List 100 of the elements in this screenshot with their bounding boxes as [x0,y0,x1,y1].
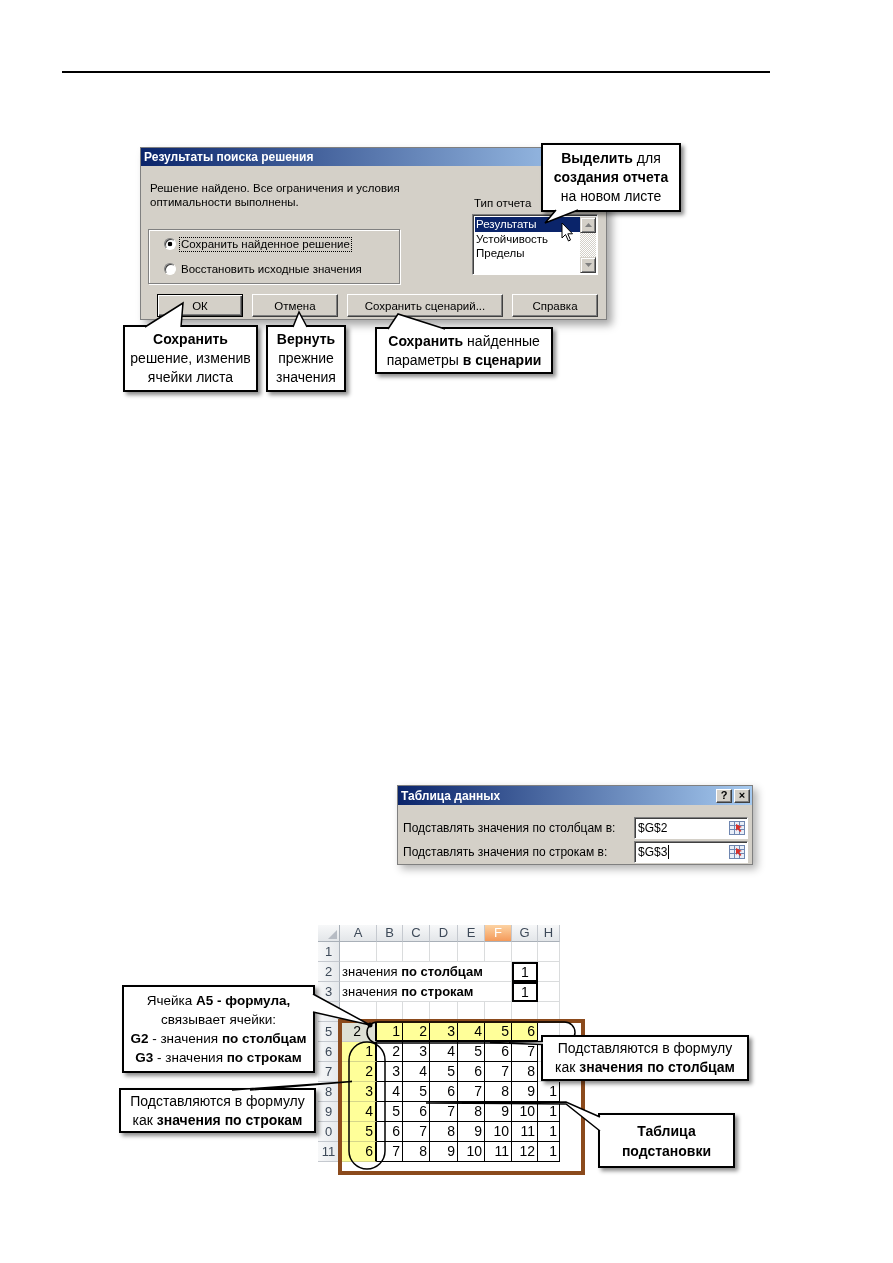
table-cell: значения по строкам [340,982,512,1002]
table-cell: 4 [403,1062,430,1082]
table-cell: 6 [340,1142,377,1162]
window-title: Результаты поиска решения [144,150,314,164]
list-item[interactable]: Результаты [475,217,580,232]
field-label: Подставлять значения по столбцам в: [403,821,616,835]
message-text: Решение найдено. Все ограничения и условия оптимальности выполнены. [150,181,400,209]
table-cell: 2 [377,1042,403,1062]
arrow-down-icon [584,263,592,267]
table-cell [430,942,458,962]
table-cell: 5 [430,1062,458,1082]
table-cell [485,942,512,962]
field-label: Тип отчета [473,196,532,210]
table-cell: 7 [403,1122,430,1142]
table-cell: 1 [512,982,538,1002]
table-cell [340,942,377,962]
cancel-button[interactable]: Отмена [252,294,338,317]
row-header[interactable]: 3 [318,982,340,1002]
help-button[interactable]: Справка [512,294,598,317]
table-cell: 6 [377,1122,403,1142]
table-cell: 10 [458,1142,485,1162]
table-cell [403,942,430,962]
column-header[interactable]: G [512,925,538,942]
table-cell: 1 [377,1022,403,1042]
table-cell: 1 [512,962,538,982]
row-header[interactable]: 11 [318,1142,340,1162]
column-header[interactable]: A [340,925,377,942]
table-cell: 6 [512,1022,538,1042]
table-cell: 3 [403,1042,430,1062]
table-cell: 7 [485,1062,512,1082]
radio-button[interactable] [164,263,176,275]
table-cell: значения по столбцам [340,962,512,982]
table-cell: 9 [430,1142,458,1162]
table-cell: 5 [403,1082,430,1102]
row-header[interactable]: 1 [318,942,340,962]
table-cell [458,942,485,962]
table-cell: 5 [377,1102,403,1122]
column-header[interactable]: C [403,925,430,942]
column-header[interactable]: D [430,925,458,942]
callout-pointer [144,301,184,328]
table-cell: 12 [512,1142,538,1162]
row-header[interactable]: 9 [318,1102,340,1122]
callout: Подставляются в формулу как значения по столбцам [541,1035,749,1081]
column-header[interactable]: B [377,925,403,942]
range-select-icon[interactable] [729,821,745,835]
table-cell [512,942,538,962]
radio-label[interactable]: Восстановить исходные значения [179,261,364,277]
window-title: Таблица данных [401,788,501,803]
table-cell: 1 [538,1142,560,1162]
range-select-icon[interactable] [729,845,745,859]
table-cell: 5 [458,1042,485,1062]
table-cell: 7 [377,1142,403,1162]
table-cell: 8 [512,1062,538,1082]
callout-pointer [292,310,308,328]
scroll-down-button[interactable] [580,257,596,273]
list-item[interactable]: Устойчивость [475,231,580,246]
ok-button[interactable]: ОК [157,294,243,317]
table-cell: 8 [430,1122,458,1142]
table-cell: 4 [377,1082,403,1102]
arrow-up-icon [584,223,592,227]
row-header[interactable]: 7 [318,1062,340,1082]
input-field[interactable]: $G$3 [634,841,748,863]
table-cell: 4 [458,1022,485,1042]
row-header[interactable]: 2 [318,962,340,982]
table-cell: 5 [485,1022,512,1042]
callout: Ячейка A5 - формула, связывает ячейки: G2 - значения по столбцам G3 - значения по строкам [122,985,315,1073]
table-cell: 2 [403,1022,430,1042]
row-header[interactable]: 0 [318,1122,340,1142]
table-cell: 4 [430,1042,458,1062]
table-cell [538,982,560,1002]
table-cell [538,942,560,962]
table-cell: 10 [485,1122,512,1142]
table-cell: 1 [538,1122,560,1142]
row-header[interactable]: 5 [318,1022,340,1042]
help-button[interactable]: ? [716,788,732,803]
input-field[interactable]: $G$2 [634,817,748,839]
table-cell: 3 [430,1022,458,1042]
callout-pointer [387,313,446,330]
table-cell [377,942,403,962]
table-cell: 11 [485,1142,512,1162]
table-cell: 6 [458,1062,485,1082]
column-header[interactable]: H [538,925,560,942]
table-cell: 11 [512,1122,538,1142]
field-label: Подставлять значения по строкам в: [403,845,608,859]
column-header[interactable]: E [458,925,485,942]
scroll-up-button[interactable] [580,217,596,233]
save-scenario-button[interactable]: Сохранить сценарий... [347,294,503,317]
callout: Таблица подстановки [598,1113,735,1168]
list-item[interactable]: Пределы [475,246,580,261]
close-button[interactable]: × [734,788,750,803]
radio-button[interactable] [164,238,176,250]
table-cell [538,962,560,982]
radio-label[interactable]: Сохранить найденное решение [179,236,352,252]
table-cell: 8 [403,1142,430,1162]
table-cell: 3 [377,1062,403,1082]
row-header[interactable]: 6 [318,1042,340,1062]
table-cell: 9 [458,1122,485,1142]
mouse-pointer-icon [561,222,574,242]
triangle-icon [328,930,337,939]
callout: Вернуть прежние значения [266,325,346,392]
